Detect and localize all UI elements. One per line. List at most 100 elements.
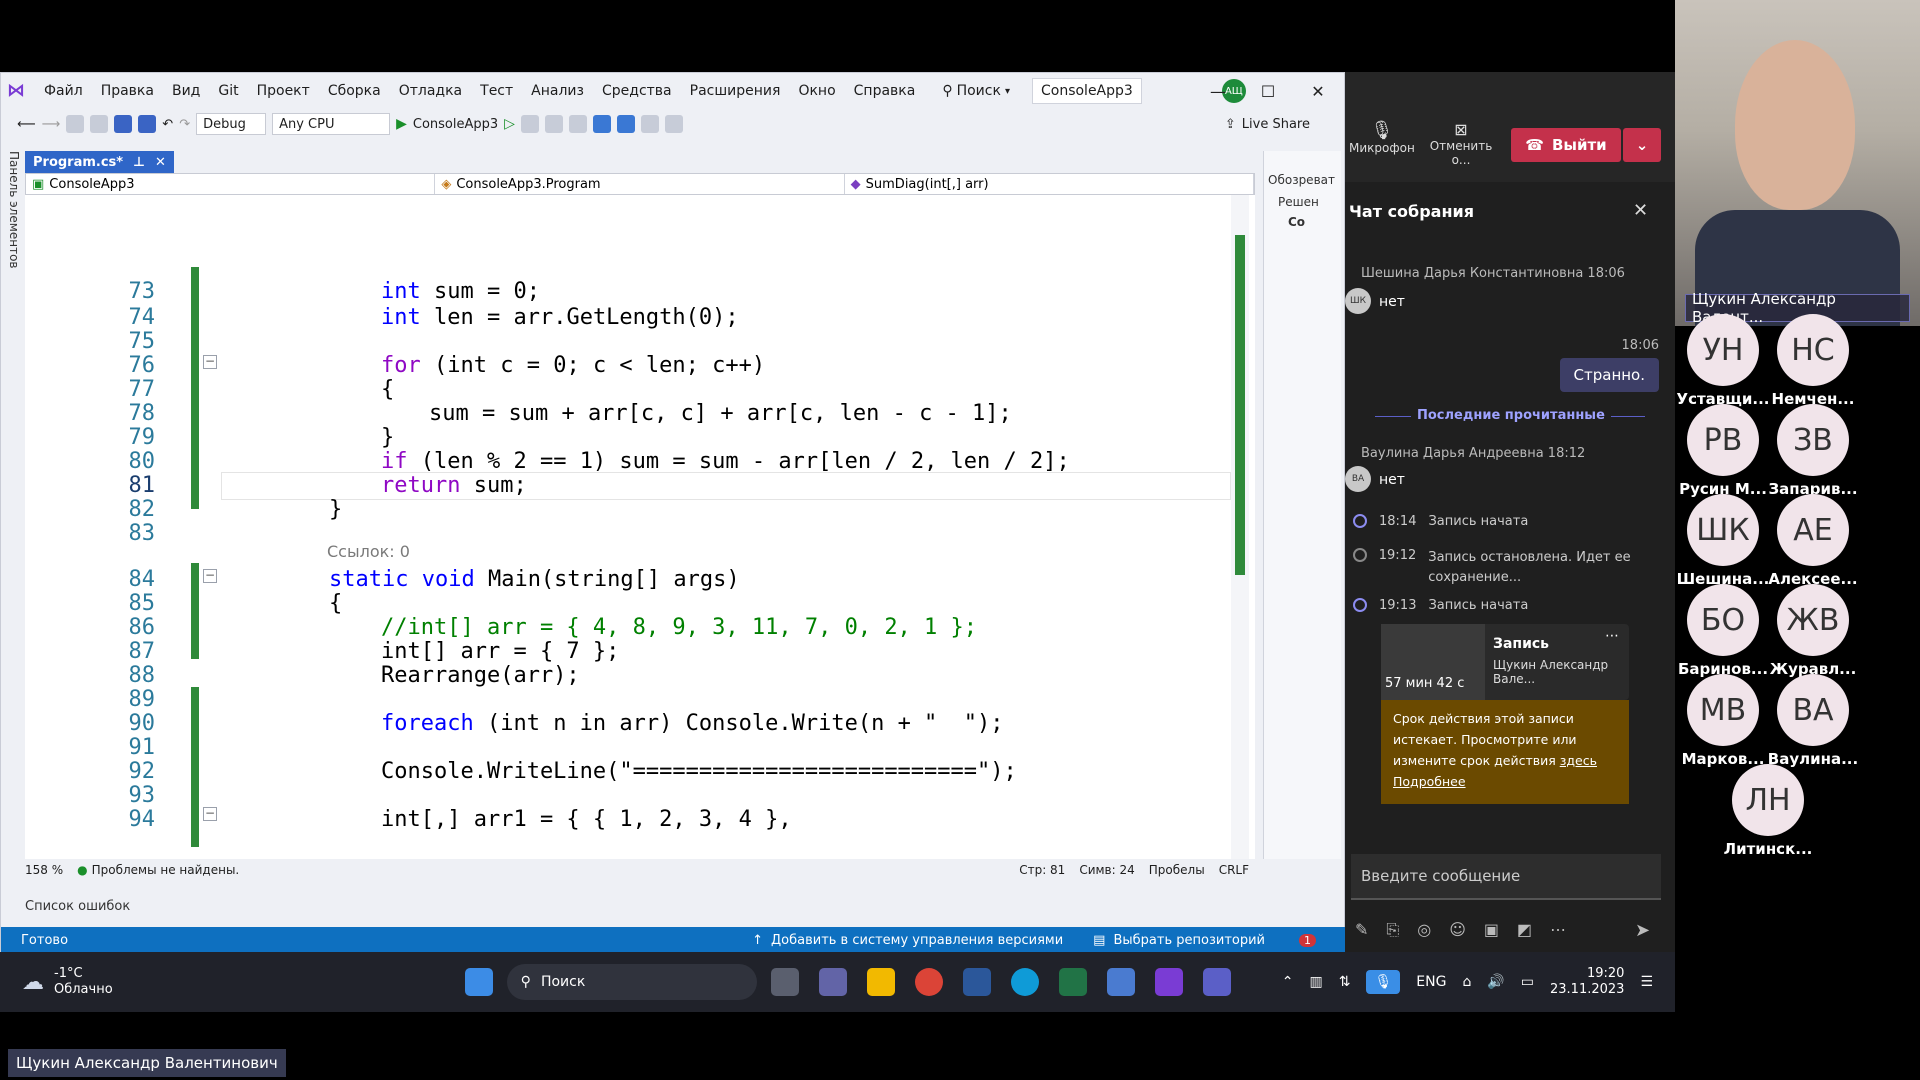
- project-node[interactable]: Co: [1264, 209, 1341, 229]
- microphone-tray-icon[interactable]: 🎙: [1366, 970, 1401, 994]
- solution-explorer-title[interactable]: Обозреват: [1264, 151, 1341, 187]
- menu-window[interactable]: Окно: [789, 83, 844, 99]
- notepad-icon[interactable]: [1106, 968, 1135, 996]
- menu-project[interactable]: Проект: [248, 83, 319, 99]
- problems-status[interactable]: Проблемы не найдены.: [92, 863, 240, 877]
- sticker-icon[interactable]: ◩: [1517, 920, 1532, 940]
- leave-button[interactable]: ☎ Выйти: [1511, 128, 1621, 162]
- emoji-icon[interactable]: ☺: [1449, 920, 1466, 940]
- whitespace-indicator[interactable]: Пробелы: [1149, 863, 1205, 877]
- new-project-icon[interactable]: [66, 115, 85, 133]
- menu-edit[interactable]: Правка: [92, 83, 163, 99]
- chevron-up-icon[interactable]: ⌃: [1282, 974, 1294, 990]
- menu-extensions[interactable]: Расширения: [681, 83, 790, 99]
- participant-avatar[interactable]: ЗВ: [1777, 404, 1849, 476]
- class-dropdown[interactable]: ◈ ConsoleApp3.Program: [435, 174, 845, 194]
- collapse-icon[interactable]: −: [203, 355, 217, 369]
- collapse-icon[interactable]: −: [203, 807, 217, 821]
- search-box[interactable]: ⚲ Поиск ▾: [942, 83, 1010, 99]
- comment-icon[interactable]: [664, 115, 683, 133]
- mic-button[interactable]: 🎙 Микрофон: [1349, 120, 1415, 155]
- teams-icon[interactable]: [1202, 968, 1231, 996]
- language-indicator[interactable]: ENG: [1416, 974, 1446, 990]
- edge-icon[interactable]: [1010, 968, 1039, 996]
- line-indicator[interactable]: Стр: 81: [1019, 863, 1065, 877]
- pin-icon[interactable]: ⊥: [133, 155, 145, 170]
- start-icon[interactable]: [464, 968, 493, 996]
- configuration-select[interactable]: Debug: [196, 113, 267, 135]
- start-play-icon[interactable]: ▶: [396, 116, 407, 132]
- participant-avatar[interactable]: ШК: [1687, 494, 1759, 566]
- attach-icon[interactable]: ⎘: [1386, 920, 1399, 940]
- word-icon[interactable]: [962, 968, 991, 996]
- menu-build[interactable]: Сборка: [319, 83, 390, 99]
- select-repository-button[interactable]: Выбрать репозиторий: [1113, 933, 1265, 948]
- battery-icon[interactable]: ▭: [1521, 974, 1534, 990]
- pause-icon[interactable]: [544, 115, 563, 133]
- solution-node[interactable]: Решен: [1264, 187, 1341, 209]
- column-indicator[interactable]: Симв: 24: [1079, 863, 1134, 877]
- message-input[interactable]: Введите сообщение: [1351, 854, 1661, 900]
- open-icon[interactable]: [90, 115, 109, 133]
- back-icon[interactable]: ⟵: [17, 117, 36, 132]
- step-over-icon[interactable]: [616, 115, 635, 133]
- bookmark-icon[interactable]: [640, 115, 659, 133]
- more-icon[interactable]: ⋯: [1550, 920, 1566, 940]
- network-icon[interactable]: ⇅: [1339, 974, 1351, 990]
- redo-icon[interactable]: ↷: [179, 117, 190, 132]
- forward-icon[interactable]: ⟶: [42, 117, 61, 132]
- wifi-icon[interactable]: ⌂: [1462, 974, 1471, 990]
- weather-widget[interactable]: -1°C Облачно: [54, 966, 113, 998]
- excel-icon[interactable]: [1058, 968, 1087, 996]
- references-codelens[interactable]: Ссылок: 0: [327, 542, 410, 561]
- menu-test[interactable]: Тест: [471, 83, 522, 99]
- chrome-icon[interactable]: [914, 968, 943, 996]
- tab-program-cs[interactable]: Program.cs* ⊥ ✕: [25, 151, 174, 173]
- close-chat-icon[interactable]: ✕: [1633, 200, 1648, 221]
- cancel-share-button[interactable]: ⊠ Отменить о...: [1419, 120, 1503, 167]
- add-to-source-control-button[interactable]: Добавить в систему управления версиями: [771, 933, 1063, 948]
- format-icon[interactable]: ✎: [1355, 920, 1368, 940]
- live-share-button[interactable]: ⇪ Live Share: [1225, 117, 1310, 132]
- leave-options-button[interactable]: ⌄: [1623, 128, 1661, 162]
- participant-avatar[interactable]: МВ: [1687, 674, 1759, 746]
- toolbox-strip[interactable]: Панель элементов: [1, 151, 21, 451]
- close-button[interactable]: ✕: [1293, 73, 1343, 109]
- tab-close-icon[interactable]: ✕: [155, 155, 166, 170]
- code-editor[interactable]: − − − 73 74 75 76 77 78 79 80 81 82 83 84 85 86 87 88 89…: [25, 195, 1255, 859]
- menu-view[interactable]: Вид: [163, 83, 209, 99]
- project-dropdown[interactable]: ▣ ConsoleApp3: [26, 174, 436, 194]
- file-explorer-icon[interactable]: [866, 968, 895, 996]
- save-icon[interactable]: [114, 115, 133, 133]
- step-into-icon[interactable]: [592, 115, 611, 133]
- error-list-tab[interactable]: Список ошибок: [25, 899, 130, 914]
- menu-tools[interactable]: Средства: [593, 83, 681, 99]
- member-dropdown[interactable]: ◆ SumDiag(int[,] arr): [845, 174, 1254, 194]
- participant-avatar[interactable]: УН: [1687, 314, 1759, 386]
- minimize-button[interactable]: —: [1193, 73, 1243, 109]
- recording-card[interactable]: 57 мин 42 с Запись Щукин Александр Вале.…: [1381, 624, 1629, 700]
- send-icon[interactable]: ➤: [1635, 920, 1650, 941]
- menu-debug[interactable]: Отладка: [390, 83, 471, 99]
- debug-tools-icon[interactable]: [520, 115, 539, 133]
- participant-avatar[interactable]: НС: [1777, 314, 1849, 386]
- start-without-debug-icon[interactable]: ▷: [504, 116, 515, 132]
- notifications-badge[interactable]: 1: [1299, 933, 1316, 947]
- menu-file[interactable]: Файл: [35, 83, 92, 99]
- more-options-icon[interactable]: ⋯: [1605, 628, 1619, 644]
- here-link[interactable]: здесь: [1560, 753, 1597, 768]
- gif-icon[interactable]: ▣: [1484, 920, 1499, 940]
- undo-icon[interactable]: ↶: [162, 117, 173, 132]
- visual-studio-icon[interactable]: [1154, 968, 1183, 996]
- start-button[interactable]: ConsoleApp3: [413, 117, 498, 132]
- stop-icon[interactable]: [568, 115, 587, 133]
- maximize-button[interactable]: ☐: [1243, 73, 1293, 109]
- platform-select[interactable]: Any CPU: [272, 113, 391, 135]
- learn-more-link[interactable]: Подробнее: [1393, 774, 1466, 789]
- participant-avatar[interactable]: ВА: [1777, 674, 1849, 746]
- menu-git[interactable]: Git: [209, 83, 247, 99]
- participant-avatar[interactable]: АЕ: [1777, 494, 1849, 566]
- participant-avatar[interactable]: ЖВ: [1777, 584, 1849, 656]
- notification-center-icon[interactable]: ☰: [1640, 974, 1653, 990]
- participant-avatar[interactable]: БО: [1687, 584, 1759, 656]
